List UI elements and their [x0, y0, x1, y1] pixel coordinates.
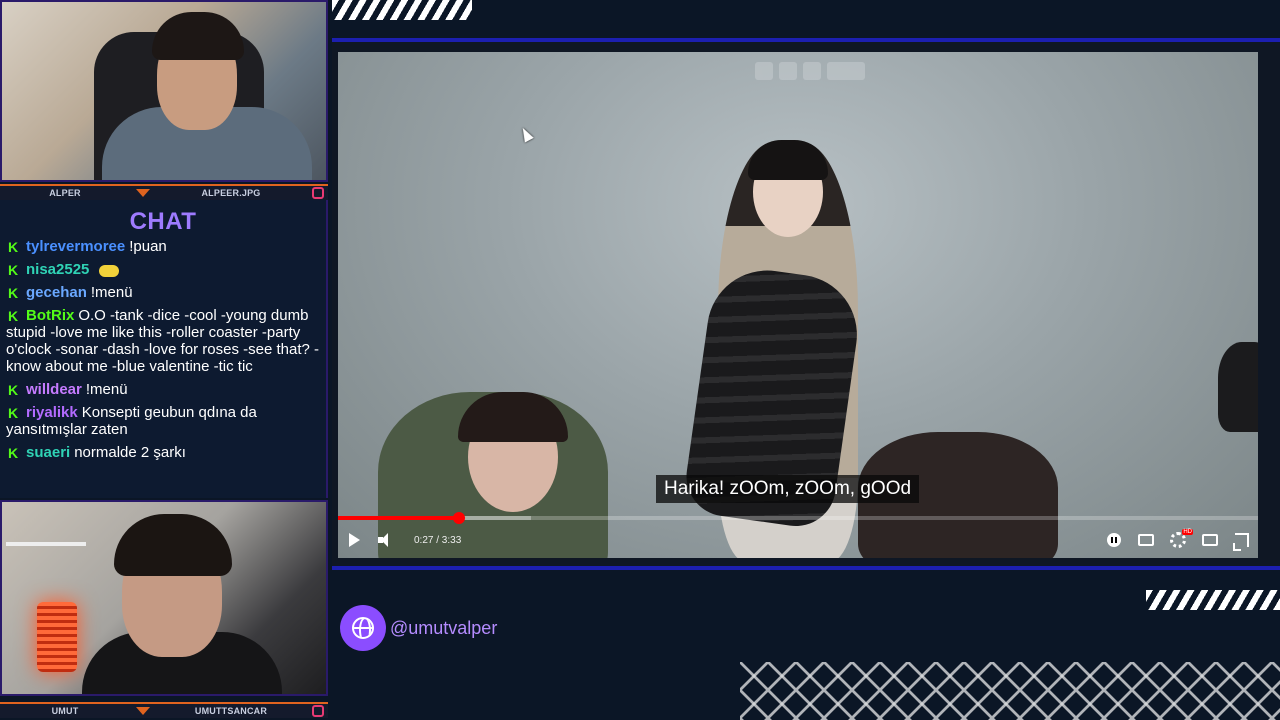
- kick-k-icon: K: [7, 445, 19, 461]
- autoplay-toggle-icon: [1107, 533, 1121, 547]
- theater-mode-icon: [1202, 534, 1218, 546]
- chat-username[interactable]: willdear: [26, 381, 82, 398]
- progress-played: [338, 516, 459, 520]
- fullscreen-button[interactable]: [1226, 524, 1258, 556]
- time-display: 0:27 / 3:33: [414, 534, 462, 546]
- webcam-bottom-left-name: UMUT: [51, 706, 79, 716]
- microphone-lamp: [37, 602, 77, 672]
- triangle-icon: [136, 707, 150, 715]
- webcam-bottom-right-name: UMUTTSANCAR: [194, 706, 268, 716]
- emote-icon: [99, 265, 120, 277]
- kick-k-icon: K: [7, 382, 19, 398]
- video-caption: Harika! zOOm, zOOm, gOOd: [656, 475, 920, 503]
- chat-panel: CHAT Ktylrevermoree !puan Knisa2525 Kgeceha…: [0, 200, 328, 498]
- overlay-icon: [779, 62, 797, 80]
- globe-badge: [340, 605, 386, 651]
- theater-mode-button[interactable]: [1194, 524, 1226, 556]
- subtitles-button[interactable]: [1130, 524, 1162, 556]
- kick-k-icon: K: [7, 405, 19, 421]
- autoplay-toggle[interactable]: [1098, 524, 1130, 556]
- kick-k-icon: K: [7, 239, 19, 255]
- social-handle: @umutvalper: [340, 604, 497, 652]
- wall-shelf: [6, 542, 86, 546]
- subtitles-icon: [1138, 534, 1154, 546]
- chat-message: Ktylrevermoree !puan: [6, 238, 320, 255]
- fullscreen-icon: [1233, 533, 1249, 551]
- kick-k-icon: K: [7, 308, 19, 324]
- chat-message: Kriyalikk Konsepti geubun qdına da yansıt…: [6, 404, 320, 438]
- webcam-bottom: [0, 500, 328, 696]
- chat-message: Kgecehan !menü: [6, 284, 320, 301]
- progress-bar[interactable]: [338, 512, 1258, 524]
- instagram-icon: [312, 705, 324, 717]
- chat-text: !menü: [90, 284, 133, 301]
- settings-icon: [1170, 529, 1193, 548]
- chat-username[interactable]: tylrevermoree: [26, 238, 125, 255]
- chat-message: K BotRix O.O -tank -dice -cool -young dumb…: [6, 307, 320, 375]
- chat-title: CHAT: [129, 208, 197, 235]
- chat-text: normalde 2 şarkı: [74, 444, 186, 461]
- triangle-icon: [136, 189, 150, 197]
- dancer-far-right: [1218, 342, 1258, 432]
- chat-message: Knisa2525: [6, 261, 320, 278]
- chat-text: !puan: [129, 238, 167, 255]
- volume-icon: [378, 533, 394, 547]
- kick-k-icon: K: [7, 285, 19, 301]
- overlay-icon: [803, 62, 821, 80]
- video-overlay-buttons: [755, 62, 879, 82]
- webcam-top-left-name: ALPER: [49, 188, 81, 198]
- chat-text: !menü: [85, 381, 128, 398]
- chat-message: Kwilldear !menü: [6, 381, 320, 398]
- webcam-top-right-name: ALPEER.JPG: [201, 188, 261, 198]
- social-handle-text: @umutvalper: [390, 617, 498, 638]
- chat-message: Ksuaeri normalde 2 şarkı: [6, 444, 320, 461]
- play-icon: [348, 533, 360, 547]
- streamer-hair: [114, 514, 232, 576]
- progress-loaded: [458, 516, 532, 520]
- chat-username[interactable]: nisa2525: [26, 261, 89, 278]
- dancer-center-hair: [748, 140, 828, 180]
- decorative-stripes: [1146, 590, 1280, 610]
- player-controls: 0:27 / 3:33: [338, 524, 1258, 556]
- chat-username[interactable]: suaeri: [26, 444, 70, 461]
- play-button[interactable]: [338, 524, 370, 556]
- decorative-diamond-pattern: [740, 662, 1280, 720]
- settings-button[interactable]: [1162, 524, 1194, 556]
- decorative-stripes: [332, 0, 472, 20]
- webcam-top: [0, 0, 328, 182]
- chat-username[interactable]: riyalikk: [26, 404, 78, 421]
- instagram-icon: [312, 187, 324, 199]
- overlay-icon: [755, 62, 773, 80]
- volume-button[interactable]: [370, 524, 402, 556]
- overlay-icon: [827, 62, 865, 80]
- kick-k-icon: K: [7, 262, 19, 278]
- chat-message-list: Ktylrevermoree !puan Knisa2525 Kgecehan !men…: [6, 238, 320, 461]
- chat-username[interactable]: BotRix: [26, 307, 74, 324]
- webcam-top-namebar: ALPER ALPEER.JPG: [0, 184, 328, 200]
- globe-icon: [352, 617, 374, 639]
- progress-scrubber[interactable]: [452, 512, 465, 524]
- webcam-bottom-namebar: UMUT UMUTTSANCAR: [0, 702, 328, 718]
- streamer-hair: [152, 12, 244, 60]
- chat-username[interactable]: gecehan: [26, 284, 87, 301]
